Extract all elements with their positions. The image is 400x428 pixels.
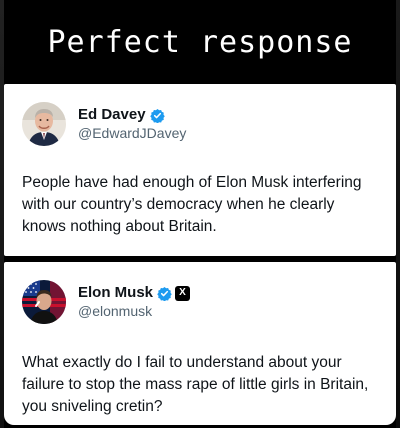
x-affiliation-icon: X	[175, 285, 191, 301]
headline-caption: Perfect response	[47, 24, 353, 60]
tweet-header: Ed Davey @EdwardJDavey	[22, 102, 378, 146]
tweet-card[interactable]: Elon Musk X @elonmusk What exactly do I …	[4, 262, 396, 425]
tweet-card[interactable]: Ed Davey @EdwardJDavey People have had e…	[4, 84, 396, 256]
tweet-text: What exactly do I fail to understand abo…	[22, 354, 369, 415]
tweet-header: Elon Musk X @elonmusk	[22, 280, 378, 324]
name-row: Ed Davey	[78, 106, 186, 125]
name-row: Elon Musk X	[78, 284, 191, 303]
display-name[interactable]: Ed Davey	[78, 106, 146, 125]
author-block: Elon Musk X @elonmusk	[78, 284, 191, 321]
handle[interactable]: @EdwardJDavey	[78, 125, 186, 143]
author-block: Ed Davey @EdwardJDavey	[78, 106, 186, 142]
avatar[interactable]	[22, 102, 66, 146]
avatar[interactable]	[22, 280, 66, 324]
verified-badge-icon	[157, 286, 172, 302]
tweet-text: People have had enough of Elon Musk inte…	[22, 174, 362, 235]
screenshot-frame: Perfect response Ed Davey @EdwardJDavey …	[0, 0, 400, 428]
verified-badge-icon	[149, 108, 165, 124]
handle[interactable]: @elonmusk	[78, 303, 190, 321]
display-name[interactable]: Elon Musk	[78, 284, 153, 303]
